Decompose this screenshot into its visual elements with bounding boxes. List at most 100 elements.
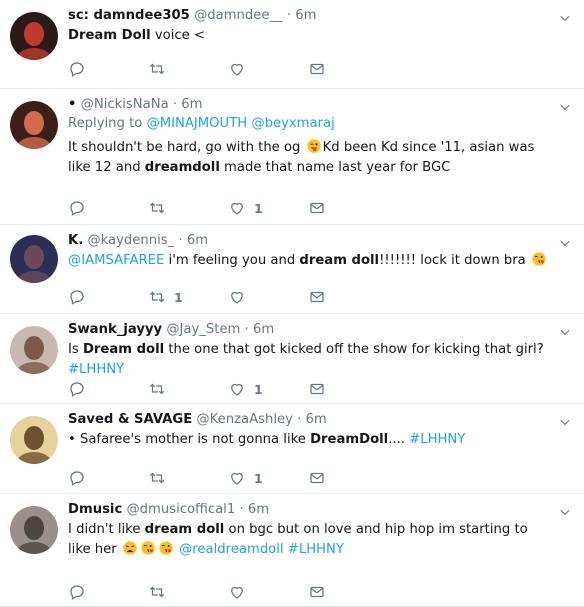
tweet-text: • Safaree's mother is not gonna like Dre…	[68, 430, 554, 450]
retweet-button[interactable]: 1	[148, 287, 228, 307]
display-name[interactable]: Dmusic	[68, 502, 122, 517]
highlighted-term: dream doll	[299, 253, 380, 268]
direct-message-button[interactable]	[308, 379, 388, 399]
like-button[interactable]	[228, 59, 308, 79]
tweet[interactable]: Dmusic @dmusicoffical1 · 6m I didn't like…	[0, 494, 584, 607]
direct-message-button[interactable]	[308, 582, 388, 602]
tweet[interactable]: Swank_jayyy @Jay_Stem · 6m Is Dream doll …	[0, 314, 584, 404]
tweet[interactable]: K. @kaydennis_ · 6m @IAMSAFAREE i'm feeli…	[0, 225, 584, 314]
retweet-icon	[149, 383, 165, 395]
like-button[interactable]: 1	[228, 468, 308, 488]
display-name[interactable]: sc: damndee305	[68, 8, 190, 23]
reply-button[interactable]	[68, 59, 148, 79]
tweet-menu-button[interactable]	[558, 324, 572, 338]
avatar[interactable]	[10, 235, 58, 283]
retweet-button[interactable]	[148, 198, 228, 218]
mention-link[interactable]: @MINAJMOUTH	[147, 116, 248, 131]
tweet-content: K. @kaydennis_ · 6m @IAMSAFAREE i'm feeli…	[68, 231, 554, 271]
tweet-text: It shouldn't be hard, go with the og Kd …	[68, 138, 554, 178]
heart-icon	[231, 472, 243, 485]
hashtag-or-mention-link[interactable]: #LHHNY	[288, 542, 344, 557]
direct-message-button[interactable]	[308, 468, 388, 488]
reply-button[interactable]	[68, 582, 148, 602]
tweet-text-segment: ....	[388, 432, 410, 447]
timestamp[interactable]: 6m	[248, 502, 269, 517]
chevron-down-icon	[560, 419, 570, 426]
tweet-menu-button[interactable]	[558, 414, 572, 428]
tweet-menu-button[interactable]	[558, 504, 572, 518]
chevron-down-icon	[560, 104, 570, 111]
hashtag-or-mention-link[interactable]: @realdreamdoll	[179, 542, 284, 557]
tweet-feed: sc: damndee305 @damndee__ · 6m Dream Doll…	[0, 0, 584, 607]
display-name[interactable]: K.	[68, 233, 83, 248]
user-handle[interactable]: @NickisNaNa	[81, 97, 169, 112]
tweet[interactable]: sc: damndee305 @damndee__ · 6m Dream Doll…	[0, 0, 584, 89]
direct-message-button[interactable]	[308, 59, 388, 79]
retweet-button[interactable]	[148, 59, 228, 79]
heart-icon	[231, 383, 243, 396]
hashtag-or-mention-link[interactable]: @IAMSAFAREE	[68, 253, 164, 268]
heart-icon	[231, 586, 243, 599]
avatar[interactable]	[10, 326, 58, 374]
retweet-icon	[149, 291, 165, 303]
user-handle[interactable]: @damndee__	[194, 8, 283, 23]
retweet-count: 1	[174, 289, 183, 305]
display-name[interactable]: Swank_jayyy	[68, 322, 162, 337]
tweet-menu-button[interactable]	[558, 99, 572, 113]
avatar[interactable]	[10, 101, 58, 149]
hashtag-or-mention-link[interactable]: #LHHNY	[409, 432, 465, 447]
user-handle[interactable]: @Jay_Stem	[166, 322, 240, 337]
reply-button[interactable]	[68, 198, 148, 218]
retweet-icon	[149, 202, 165, 214]
like-button[interactable]: 1	[228, 379, 308, 399]
tweet-menu-button[interactable]	[558, 10, 572, 24]
tweet[interactable]: Saved & SAVAGE @KenzaAshley · 6m • Safare…	[0, 404, 584, 494]
tweet-text: Is Dream doll the one that got kicked of…	[68, 340, 554, 380]
tweet-text-segment: i'm feeling you and	[164, 253, 300, 268]
highlighted-term: DreamDoll	[310, 432, 389, 447]
retweet-button[interactable]	[148, 468, 228, 488]
chevron-down-icon	[560, 329, 570, 336]
tweet-actions: 1	[68, 198, 388, 218]
winking-tongue-emoji	[306, 139, 321, 153]
tweet-content: Dmusic @dmusicoffical1 · 6m I didn't like…	[68, 500, 554, 560]
avatar[interactable]	[10, 506, 58, 554]
tweet-text: I didn't like dream doll on bgc but on l…	[68, 520, 554, 560]
tweet-menu-button[interactable]	[558, 235, 572, 249]
reply-button[interactable]	[68, 379, 148, 399]
timestamp[interactable]: 6m	[181, 97, 202, 112]
user-handle[interactable]: @kaydennis_	[87, 233, 174, 248]
direct-message-button[interactable]	[308, 198, 388, 218]
retweet-button[interactable]	[148, 379, 228, 399]
reply-button[interactable]	[68, 287, 148, 307]
user-handle[interactable]: @dmusicoffical1	[126, 502, 235, 517]
tweet-text-segment: It shouldn't be hard, go with the og	[68, 140, 305, 155]
kiss-emoji	[159, 541, 173, 555]
hashtag-or-mention-link[interactable]: #LHHNY	[68, 362, 124, 377]
timestamp[interactable]: 6m	[253, 322, 274, 337]
display-name[interactable]: Saved & SAVAGE	[68, 412, 192, 427]
chevron-down-icon	[560, 15, 570, 22]
like-button[interactable]	[228, 287, 308, 307]
direct-message-button[interactable]	[308, 287, 388, 307]
reply-button[interactable]	[68, 468, 148, 488]
timestamp[interactable]: 6m	[187, 233, 208, 248]
like-button[interactable]: 1	[228, 198, 308, 218]
tweet-content: • @NickisNaNa · 6m Replying to @MINAJMOUT…	[68, 95, 554, 178]
display-name[interactable]: •	[68, 97, 76, 112]
timestamp[interactable]: 6m	[306, 412, 327, 427]
tweet[interactable]: • @NickisNaNa · 6m Replying to @MINAJMOUT…	[0, 89, 584, 225]
mention-link[interactable]: @beyxmaraj	[251, 116, 334, 131]
tweet-header: Swank_jayyy @Jay_Stem · 6m	[68, 320, 554, 339]
highlighted-term: Dream Doll	[68, 28, 151, 43]
avatar[interactable]	[10, 12, 58, 60]
tweet-text-segment: !!!!!!! lock it down bra	[379, 253, 530, 268]
replying-label: Replying to	[68, 116, 143, 131]
user-handle[interactable]: @KenzaAshley	[196, 412, 293, 427]
retweet-button[interactable]	[148, 582, 228, 602]
kiss-emoji	[532, 252, 546, 266]
like-button[interactable]	[228, 582, 308, 602]
avatar[interactable]	[10, 416, 58, 464]
kiss-emoji	[531, 251, 547, 267]
timestamp[interactable]: 6m	[295, 8, 316, 23]
